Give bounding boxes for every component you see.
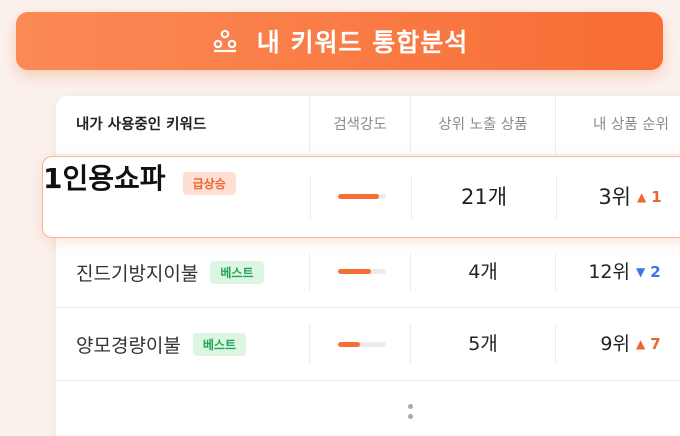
my-rank: 12위 (588, 261, 630, 283)
best-badge: 베스트 (192, 332, 247, 356)
my-rank: 9위 (600, 333, 630, 355)
arrow-up-icon: ▲ (636, 337, 646, 351)
row-keyword: 진드기방지이불 베스트 (76, 237, 264, 307)
keyword-text: 1인용쇼파 (43, 162, 166, 195)
divider (309, 96, 310, 154)
keyword-text: 진드기방지이불 (76, 262, 199, 285)
rank-change: ▲ 1 (637, 157, 662, 237)
keyword-text: 양모경량이불 (76, 334, 181, 357)
intensity-bar (338, 194, 386, 199)
header-keyword: 내가 사용중인 키워드 (76, 117, 207, 133)
keyword-analysis-banner[interactable]: 내 키워드 통합분석 (16, 12, 663, 70)
rank-change: ▼ 2 (636, 237, 661, 307)
trending-badge: 급상승 (182, 172, 236, 195)
intensity-fill (338, 194, 379, 199)
top-products-count: 21개 (460, 185, 508, 209)
intensity-fill (338, 269, 371, 274)
my-rank: 3위 (598, 185, 631, 209)
rank-change: ▲ 7 (636, 308, 661, 380)
table-header: 내가 사용중인 키워드 검색강도 상위 노출 상품 내 상품 순위 (56, 96, 680, 155)
header-my-rank: 내 상품 순위 (593, 117, 669, 133)
arrow-up-icon: ▲ (637, 190, 647, 204)
intensity-fill (338, 342, 360, 347)
rank-change-value: 7 (650, 335, 661, 353)
best-badge: 베스트 (210, 260, 264, 284)
arrow-down-icon: ▼ (636, 265, 646, 279)
people-chart-icon (211, 27, 239, 55)
intensity-bar (338, 269, 386, 274)
intensity-bar (338, 342, 386, 347)
dot (408, 404, 413, 409)
dot (408, 414, 413, 419)
table-row[interactable]: 진드기방지이불 베스트 4개 12위 ▼ 2 (56, 237, 680, 308)
more-vertical-icon[interactable] (408, 404, 414, 424)
banner-title: 내 키워드 통합분석 (256, 28, 469, 57)
divider (309, 324, 310, 364)
header-intensity: 검색강도 (333, 117, 387, 133)
top-products-count: 4개 (468, 261, 498, 283)
row-keyword: 양모경량이불 베스트 (76, 308, 247, 380)
rank-change-value: 2 (650, 263, 661, 281)
divider (310, 175, 311, 219)
top-products-count: 5개 (468, 333, 498, 355)
divider (410, 96, 411, 154)
table-row-highlighted[interactable]: 1인용쇼파 급상승 21개 3위 ▲ 1 (42, 156, 680, 238)
rank-change-value: 1 (651, 188, 662, 206)
divider (555, 96, 556, 154)
keyword-table: 내가 사용중인 키워드 검색강도 상위 노출 상품 내 상품 순위 진드기방지이… (56, 96, 680, 436)
divider (309, 253, 310, 291)
header-top-products: 상위 노출 상품 (438, 117, 528, 133)
table-row[interactable]: 양모경량이불 베스트 5개 9위 ▲ 7 (56, 308, 680, 381)
